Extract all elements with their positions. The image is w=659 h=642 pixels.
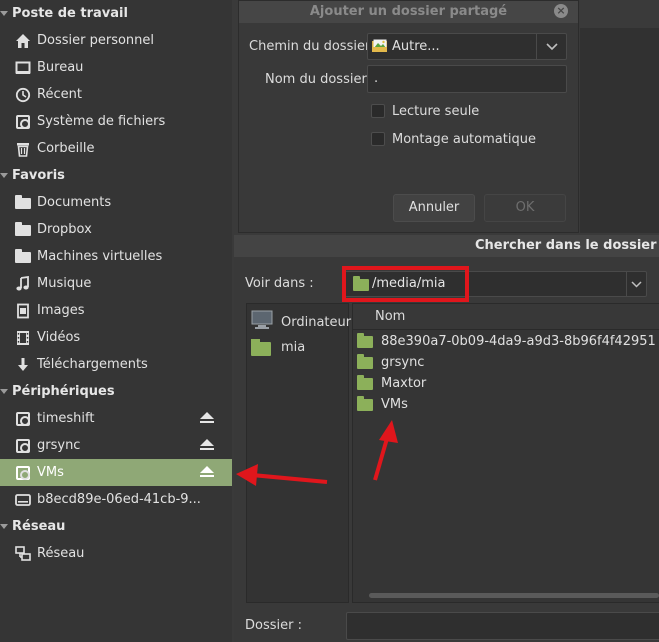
screen: Poste de travail Dossier personnel Burea…	[0, 0, 659, 642]
annotation-arrows	[236, 420, 398, 486]
arrow-to-vms-folder	[373, 420, 398, 481]
arrow-to-vms-device	[236, 464, 328, 486]
